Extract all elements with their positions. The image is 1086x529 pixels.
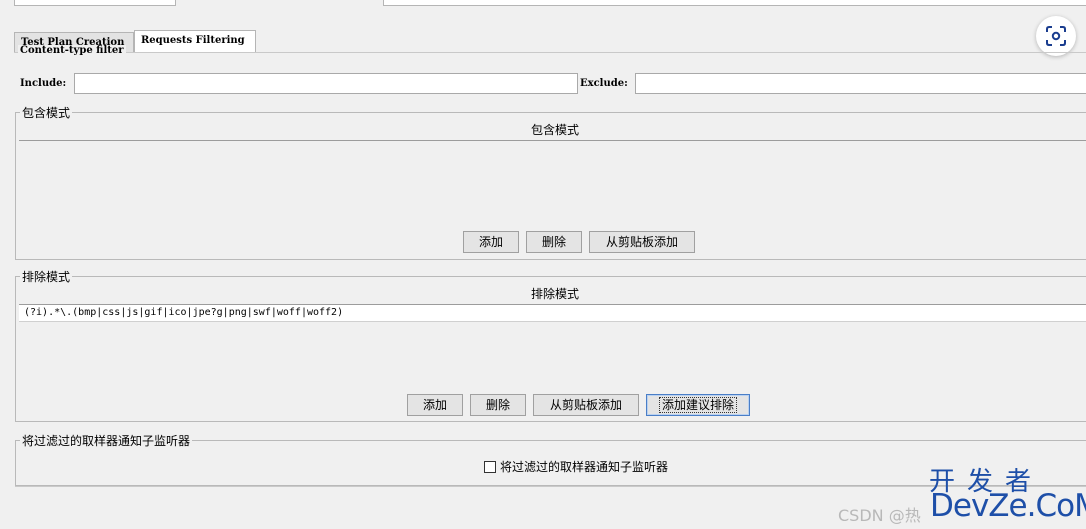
content-type-filter-panel: Content-type filter Include: Exclude: (14, 45, 1086, 98)
csdn-watermark: CSDN @热 (838, 506, 921, 525)
include-delete-button[interactable]: 删除 (526, 231, 582, 253)
exclude-patterns-table[interactable]: (?i).*\.(bmp|css|js|gif|ico|jpe?g|png|sw… (19, 305, 1086, 391)
top-field-fragment-left (14, 0, 176, 6)
bottom-divider (15, 486, 1086, 487)
top-field-fragment-right (383, 0, 1086, 6)
watermark-domain: DevZe.CoM (930, 488, 1086, 524)
exclude-patterns-column-header[interactable]: 排除模式 (19, 283, 1086, 305)
include-label: Include: (20, 78, 67, 89)
table-row[interactable]: (?i).*\.(bmp|css|js|gif|ico|jpe?g|png|sw… (19, 305, 1086, 322)
exclude-field[interactable] (635, 73, 1086, 94)
include-add-button[interactable]: 添加 (463, 231, 519, 253)
include-add-from-clipboard-button[interactable]: 从剪贴板添加 (589, 231, 695, 253)
screenshot-lens-icon (1046, 26, 1066, 46)
include-field[interactable] (74, 73, 578, 94)
include-patterns-table[interactable] (19, 141, 1086, 229)
exclude-label: Exclude: (580, 78, 628, 89)
exclude-add-from-clipboard-button[interactable]: 从剪贴板添加 (533, 394, 639, 416)
exclude-add-button[interactable]: 添加 (407, 394, 463, 416)
include-patterns-panel: 包含模式 包含模式 添加 删除 从剪贴板添加 (15, 104, 1086, 260)
screenshot-lens-button[interactable] (1036, 16, 1076, 56)
include-patterns-buttons: 添加 删除 从剪贴板添加 (16, 231, 1086, 253)
notify-listeners-checkbox[interactable] (484, 460, 496, 473)
exclude-patterns-buttons: 添加 删除 从剪贴板添加 添加建议排除 (16, 394, 1086, 416)
add-suggested-excludes-button[interactable]: 添加建议排除 (646, 394, 750, 416)
notify-listeners-option[interactable]: 将过滤过的取样器通知子监听器 (484, 458, 668, 475)
notify-listeners-checkbox-label: 将过滤过的取样器通知子监听器 (500, 460, 669, 474)
notify-listeners-panel: 将过滤过的取样器通知子监听器 将过滤过的取样器通知子监听器 (15, 432, 1086, 486)
include-patterns-column-header[interactable]: 包含模式 (19, 119, 1086, 141)
top-strip (0, 0, 1086, 8)
exclude-patterns-panel: 排除模式 排除模式 (?i).*\.(bmp|css|js|gif|ico|jp… (15, 268, 1086, 422)
content-type-filter-legend: Content-type filter (18, 45, 126, 56)
tab-requests-filtering[interactable]: Requests Filtering (134, 30, 256, 52)
add-suggested-excludes-label: 添加建议排除 (658, 397, 738, 413)
notify-listeners-legend: 将过滤过的取样器通知子监听器 (20, 432, 193, 449)
exclude-delete-button[interactable]: 删除 (470, 394, 526, 416)
